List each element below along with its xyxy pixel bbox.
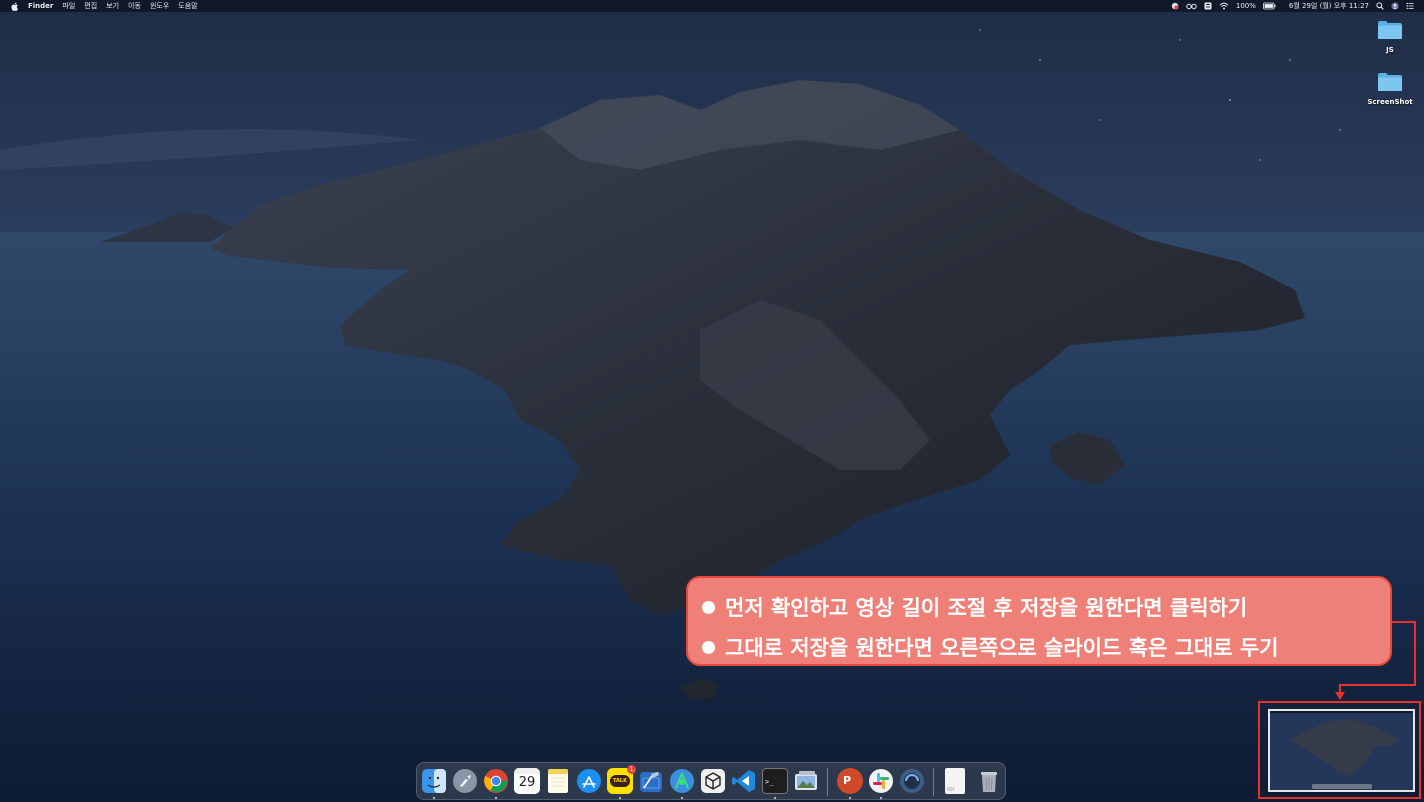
accessibility-glasses-icon[interactable] xyxy=(1186,2,1197,10)
bullet-dot xyxy=(702,600,715,614)
pdf-label: PDF xyxy=(947,787,955,792)
dock-running-indicator xyxy=(849,797,851,799)
menu-bar: Finder 파일 편집 보기 이동 윈도우 도움말 100% 6월 29일 (… xyxy=(0,0,1424,12)
dock-separator xyxy=(827,768,828,796)
connector-line xyxy=(1392,621,1416,623)
calendar-day: 29 xyxy=(518,775,536,790)
menu-help[interactable]: 도움말 xyxy=(178,0,197,12)
callout-text-1: 먼저 확인하고 영상 길이 조절 후 저장을 원한다면 클릭하기 xyxy=(725,596,1248,620)
kakaotalk-icon[interactable]: TALK 1 xyxy=(607,765,636,794)
desktop-folder-js[interactable]: JS xyxy=(1360,20,1420,54)
callout-line-1: 먼저 확인하고 영상 길이 조절 후 저장을 원한다면 클릭하기 xyxy=(702,592,1247,622)
menu-go[interactable]: 이동 xyxy=(128,0,141,12)
input-source-icon[interactable] xyxy=(1204,2,1212,10)
dock-separator xyxy=(933,768,934,796)
folder-icon xyxy=(1378,73,1402,91)
callout-text-2: 그대로 저장을 원한다면 오른쪽으로 슬라이드 혹은 그대로 두기 xyxy=(725,636,1279,660)
apple-icon[interactable] xyxy=(11,1,19,11)
vscode-icon[interactable] xyxy=(731,768,757,794)
desktop-folder-label: JS xyxy=(1386,46,1394,54)
app-store-icon[interactable] xyxy=(576,768,602,794)
menu-window[interactable]: 윈도우 xyxy=(150,0,169,12)
arrow-head-icon xyxy=(1335,692,1345,700)
dock: 29 TALK 1 >_ P PDF xyxy=(416,762,1006,800)
trash-icon[interactable] xyxy=(976,768,1002,794)
terminal-icon[interactable]: >_ xyxy=(762,768,788,794)
dock-running-indicator xyxy=(774,797,776,799)
clock[interactable]: 6월 29일 (월) 오후 11:27 xyxy=(1289,0,1369,12)
wifi-icon[interactable] xyxy=(1219,2,1229,10)
menu-edit[interactable]: 편집 xyxy=(84,0,97,12)
notification-center-icon[interactable] xyxy=(1406,2,1414,10)
calendar-icon[interactable]: 29 xyxy=(514,768,540,794)
preview-photos-icon[interactable] xyxy=(793,768,819,794)
desktop-folder-label: ScreenShot xyxy=(1367,98,1413,106)
instruction-callout: 먼저 확인하고 영상 길이 조절 후 저장을 원한다면 클릭하기 그대로 저장을… xyxy=(686,576,1392,666)
finder-icon[interactable] xyxy=(421,768,447,794)
xcode-icon[interactable] xyxy=(638,768,664,794)
notification-badge: 1 xyxy=(627,765,636,774)
slack-icon[interactable] xyxy=(868,768,894,794)
notes-icon[interactable] xyxy=(545,768,571,794)
screenshot-preview-thumbnail[interactable] xyxy=(1268,709,1415,792)
record-status-icon[interactable] xyxy=(1171,2,1179,10)
desktop-wallpaper xyxy=(0,0,1424,802)
folder-icon xyxy=(1378,21,1402,39)
menu-view[interactable]: 보기 xyxy=(106,0,119,12)
android-studio-icon[interactable] xyxy=(669,768,695,794)
launchpad-rocket-icon[interactable] xyxy=(452,768,478,794)
dock-running-indicator xyxy=(619,797,621,799)
screen-recorder-icon[interactable] xyxy=(899,768,925,794)
dock-running-indicator xyxy=(495,797,497,799)
battery-percent[interactable]: 100% xyxy=(1236,0,1256,12)
unity-icon[interactable] xyxy=(700,768,726,794)
connector-line xyxy=(1414,621,1416,685)
spotlight-search-icon[interactable] xyxy=(1376,2,1384,10)
chrome-icon[interactable] xyxy=(483,768,509,794)
bullet-dot xyxy=(702,640,715,654)
menu-app-finder[interactable]: Finder xyxy=(28,0,53,12)
battery-icon[interactable] xyxy=(1262,2,1276,10)
desktop-folder-screenshot[interactable]: ScreenShot xyxy=(1360,72,1420,106)
powerpoint-icon[interactable]: P xyxy=(837,768,863,794)
dock-running-indicator xyxy=(433,797,435,799)
pdf-document-icon[interactable]: PDF xyxy=(945,768,965,794)
thumbnail-image xyxy=(1270,711,1413,790)
callout-line-2: 그대로 저장을 원한다면 오른쪽으로 슬라이드 혹은 그대로 두기 xyxy=(702,632,1279,662)
connector-line xyxy=(1339,684,1416,686)
terminal-prompt: >_ xyxy=(765,778,774,786)
dock-running-indicator xyxy=(880,797,882,799)
menu-file[interactable]: 파일 xyxy=(62,0,75,12)
powerpoint-letter: P xyxy=(843,774,852,787)
user-avatar-icon[interactable] xyxy=(1391,2,1399,10)
kakaotalk-label: TALK xyxy=(610,775,630,787)
dock-running-indicator xyxy=(681,797,683,799)
